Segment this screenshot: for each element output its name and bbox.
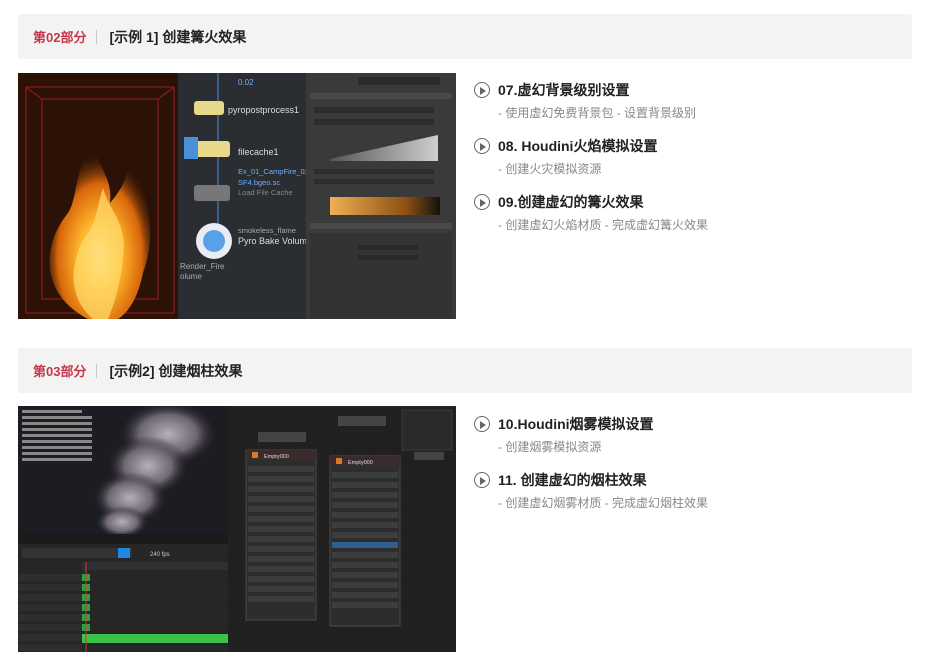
- lesson-subtitle: - 创建火灾模拟资源: [498, 162, 602, 176]
- section-part-label: 第02部分: [33, 30, 87, 45]
- header-divider: [96, 29, 98, 44]
- lesson-title[interactable]: 11. 创建虚幻的烟柱效果: [498, 470, 647, 490]
- svg-text:Pyro Bake Volume: Pyro Bake Volume: [238, 236, 312, 246]
- unreal-niagara-screenshot: 240 fps Empty000 Empty000: [18, 406, 456, 652]
- lesson-title[interactable]: 07.虚幻背景级别设置: [498, 80, 629, 100]
- play-circle-icon[interactable]: [474, 82, 490, 98]
- emitter-name: Empty000: [348, 460, 373, 466]
- play-circle-icon[interactable]: [474, 416, 490, 432]
- section-header-03: 第03部分 [示例2] 创建烟柱效果: [18, 348, 912, 393]
- svg-text:smokeless_flame: smokeless_flame: [238, 226, 296, 235]
- houdini-screenshot: 0.02 pyropostprocess1 filecache1 Ex_01_C…: [18, 73, 456, 319]
- svg-text:filecache1: filecache1: [238, 147, 279, 157]
- lesson-subtitle: - 使用虚幻免费背景包 - 设置背景级别: [498, 106, 696, 120]
- play-circle-icon[interactable]: [474, 472, 490, 488]
- lesson-subtitle: - 创建虚幻烟雾材质 - 完成虚幻烟柱效果: [498, 496, 708, 510]
- svg-text:olume: olume: [180, 272, 202, 281]
- svg-text:0.02: 0.02: [238, 78, 254, 87]
- fps-label: 240 fps: [150, 552, 170, 558]
- lesson-list-03: 10.Houdini烟雾模拟设置 - 创建烟雾模拟资源 11. 创建虚幻的烟柱效…: [474, 413, 904, 525]
- lesson-title[interactable]: 08. Houdini火焰模拟设置: [498, 136, 657, 156]
- lesson-item[interactable]: 07.虚幻背景级别设置 - 使用虚幻免费背景包 - 设置背景级别: [474, 79, 904, 135]
- lesson-subtitle: - 创建烟雾模拟资源: [498, 440, 602, 454]
- section-header-02: 第02部分 [示例 1] 创建篝火效果: [18, 14, 912, 59]
- campfire-preview-image[interactable]: 0.02 pyropostprocess1 filecache1 Ex_01_C…: [18, 73, 456, 319]
- node-label: pyropostprocess1: [228, 105, 299, 115]
- section-part-label: 第03部分: [33, 364, 87, 379]
- lesson-subtitle: - 创建虚幻火焰材质 - 完成虚幻篝火效果: [498, 218, 708, 232]
- lesson-item[interactable]: 11. 创建虚幻的烟柱效果 - 创建虚幻烟雾材质 - 完成虚幻烟柱效果: [474, 469, 904, 525]
- header-divider: [96, 363, 98, 378]
- section-title: [示例 1] 创建篝火效果: [109, 28, 247, 45]
- svg-text:Render_Fire: Render_Fire: [180, 262, 225, 271]
- svg-text:SF4.bgeo.sc: SF4.bgeo.sc: [238, 178, 280, 187]
- lesson-title[interactable]: 10.Houdini烟雾模拟设置: [498, 414, 654, 434]
- emitter-name: Empty000: [264, 454, 289, 460]
- smoke-preview-image[interactable]: 240 fps Empty000 Empty000: [18, 406, 456, 652]
- lesson-list-02: 07.虚幻背景级别设置 - 使用虚幻免费背景包 - 设置背景级别 08. Hou…: [474, 79, 904, 247]
- lesson-item[interactable]: 09.创建虚幻的篝火效果 - 创建虚幻火焰材质 - 完成虚幻篝火效果: [474, 191, 904, 247]
- svg-text:Load File Cache: Load File Cache: [238, 188, 293, 197]
- lesson-item[interactable]: 10.Houdini烟雾模拟设置 - 创建烟雾模拟资源: [474, 413, 904, 469]
- section-title: [示例2] 创建烟柱效果: [109, 362, 243, 379]
- lesson-item[interactable]: 08. Houdini火焰模拟设置 - 创建火灾模拟资源: [474, 135, 904, 191]
- lesson-title[interactable]: 09.创建虚幻的篝火效果: [498, 192, 643, 212]
- svg-text:Ex_01_CampFire_02: Ex_01_CampFire_02: [238, 167, 309, 176]
- play-circle-icon[interactable]: [474, 194, 490, 210]
- play-circle-icon[interactable]: [474, 138, 490, 154]
